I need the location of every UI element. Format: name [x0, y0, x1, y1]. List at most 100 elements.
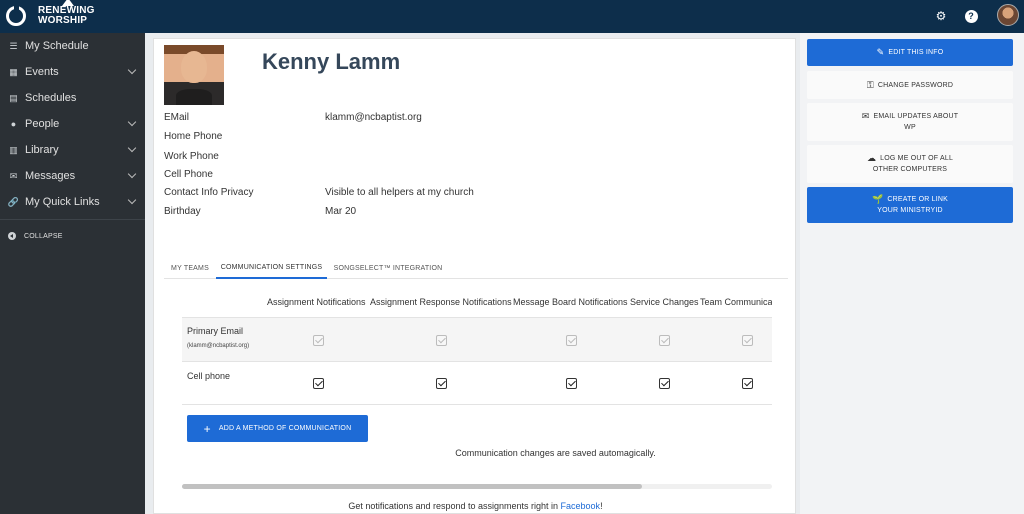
brand-logo[interactable]: RENEWING WORSHIP	[38, 0, 95, 26]
checkbox[interactable]	[436, 378, 447, 389]
profile-tabs: MY TEAMS COMMUNICATION SETTINGS SONGSELE…	[164, 257, 788, 279]
logout-all-button[interactable]: ☁ LOG ME OUT OF ALL OTHER COMPUTERS	[807, 145, 1013, 183]
sidebar-item-label: My Schedule	[25, 40, 89, 52]
profile-card: Kenny Lamm EMail klamm@ncbaptist.org Hom…	[153, 38, 796, 514]
sidebar-item-label: Messages	[25, 170, 76, 182]
tab-communication-settings[interactable]: COMMUNICATION SETTINGS	[216, 257, 327, 279]
info-label: Work Phone	[164, 151, 219, 162]
sidebar-item-label: Schedules	[25, 92, 77, 104]
row-label: Cell phone	[187, 371, 231, 381]
info-label: EMail	[164, 112, 190, 123]
checkbox[interactable]	[659, 378, 670, 389]
chevron-down-icon	[127, 65, 137, 75]
collapse-label: COLLAPSE	[24, 232, 63, 240]
sidebar-item-library[interactable]: ▥ Library	[0, 137, 145, 163]
email-updates-button[interactable]: ✉ EMAIL UPDATES ABOUT WP	[807, 103, 1013, 141]
edit-info-button[interactable]: ✎ EDIT THIS INFO	[807, 39, 1013, 66]
column-header: Message Board Notifications	[513, 297, 628, 307]
column-header: Assignment Notifications	[267, 297, 366, 307]
sidebar-item-quick-links[interactable]: 🔗 My Quick Links	[0, 189, 145, 215]
sidebar-item-people[interactable]: ● People	[0, 111, 145, 137]
add-communication-method-button[interactable]: + ADD A METHOD OF COMMUNICATION	[187, 415, 368, 442]
chevron-down-icon	[127, 169, 137, 179]
checkbox-disabled	[313, 335, 324, 346]
sidebar-item-label: People	[25, 118, 60, 130]
change-password-label: CHANGE PASSWORD	[877, 81, 954, 89]
row-sub-label: (klamm@ncbaptist.org)	[187, 343, 250, 349]
action-panel: ✎ EDIT THIS INFO ⚿ CHANGE PASSWORD ✉ EMAIL …	[800, 33, 1024, 514]
envelope-icon: ✉	[9, 170, 18, 181]
scrollbar-thumb[interactable]	[182, 484, 642, 489]
logo-icon[interactable]	[6, 4, 26, 26]
list-icon: ☰	[9, 40, 18, 51]
horizontal-scrollbar[interactable]	[182, 484, 772, 489]
tab-my-teams[interactable]: MY TEAMS	[164, 257, 216, 279]
info-label: Birthday	[164, 206, 201, 217]
add-button-label: ADD A METHOD OF COMMUNICATION	[218, 425, 352, 432]
sidebar: ☰ My Schedule ▦ Events ▤ Schedules ● Peo…	[0, 33, 145, 514]
saved-note-text: Communication changes are saved automagi…	[455, 448, 656, 458]
column-header: Service Changes	[630, 297, 699, 307]
key-icon: ⚿	[866, 79, 874, 90]
change-password-button[interactable]: ⚿ CHANGE PASSWORD	[807, 71, 1013, 99]
info-label: Cell Phone	[164, 169, 213, 180]
checkbox-disabled	[566, 335, 577, 346]
gear-icon[interactable]: ⚙	[933, 8, 949, 24]
brand-chevron-icon	[62, 0, 74, 6]
sidebar-item-label: Library	[25, 144, 59, 156]
checkbox-disabled	[436, 335, 447, 346]
brand-line2: WORSHIP	[38, 15, 88, 26]
checkbox[interactable]	[313, 378, 324, 389]
info-label: Home Phone	[164, 131, 223, 142]
info-value: Mar 20	[325, 206, 357, 217]
envelope-icon: ✉	[861, 111, 870, 121]
sprout-icon: 🌱	[871, 194, 884, 204]
facebook-note: Get notifications and respond to assignm…	[154, 501, 797, 511]
info-value: klamm@ncbaptist.org	[325, 112, 422, 123]
document-icon: ▤	[9, 92, 18, 103]
calendar-icon: ▦	[9, 66, 18, 77]
table-row-cell-phone: Cell phone	[182, 361, 772, 405]
sidebar-item-messages[interactable]: ✉ Messages	[0, 163, 145, 189]
link-icon: 🔗	[7, 196, 20, 207]
help-button[interactable]: ?	[963, 8, 979, 24]
table-row-primary-email: Primary Email (klamm@ncbaptist.org)	[182, 317, 772, 361]
user-avatar[interactable]	[997, 4, 1019, 26]
chevron-down-icon	[127, 117, 137, 127]
sidebar-divider	[0, 219, 145, 220]
collapse-button[interactable]: COLLAPSE	[0, 226, 145, 246]
facebook-note-text: Get notifications and respond to assignm…	[348, 501, 561, 511]
info-value: Visible to all helpers at my church	[325, 187, 474, 198]
logout-label-1: LOG ME OUT OF ALL	[880, 155, 954, 162]
logout-label-2: OTHER COMPUTERS	[872, 166, 948, 173]
checkbox[interactable]	[742, 378, 753, 389]
sidebar-item-schedules[interactable]: ▤ Schedules	[0, 85, 145, 111]
row-label: Primary Email	[187, 326, 244, 336]
facebook-note-end: !	[600, 501, 603, 511]
sidebar-item-label: My Quick Links	[25, 196, 100, 208]
help-icon: ?	[964, 9, 978, 23]
people-icon: ●	[10, 119, 17, 129]
checkbox-disabled	[659, 335, 670, 346]
chevron-down-icon	[127, 143, 137, 153]
sidebar-item-label: Events	[25, 66, 59, 78]
pencil-icon: ✎	[876, 47, 885, 57]
ministry-id-button[interactable]: 🌱 CREATE OR LINK YOUR MINISTRYID	[807, 187, 1013, 223]
edit-info-label: EDIT THIS INFO	[888, 49, 944, 56]
communication-table: Assignment Notifications Assignment Resp…	[182, 289, 772, 409]
top-bar: RENEWING WORSHIP ⚙ ?	[0, 0, 1024, 33]
collapse-icon	[8, 232, 16, 240]
sidebar-item-events[interactable]: ▦ Events	[0, 59, 145, 85]
ministry-label-1: CREATE OR LINK	[887, 196, 949, 203]
profile-photo	[164, 45, 224, 105]
email-updates-label-1: EMAIL UPDATES ABOUT	[873, 113, 959, 120]
facebook-link[interactable]: Facebook	[561, 501, 601, 511]
info-label: Contact Info Privacy	[164, 187, 254, 198]
profile-name: Kenny Lamm	[262, 49, 401, 74]
ministry-label-2: YOUR MINISTRYID	[877, 207, 943, 214]
column-header: Assignment Response Notifications	[370, 297, 512, 307]
checkbox[interactable]	[566, 378, 577, 389]
sidebar-item-my-schedule[interactable]: ☰ My Schedule	[0, 33, 145, 59]
library-icon: ▥	[9, 144, 18, 155]
tab-songselect-integration[interactable]: SONGSELECT™ INTEGRATION	[332, 257, 444, 279]
